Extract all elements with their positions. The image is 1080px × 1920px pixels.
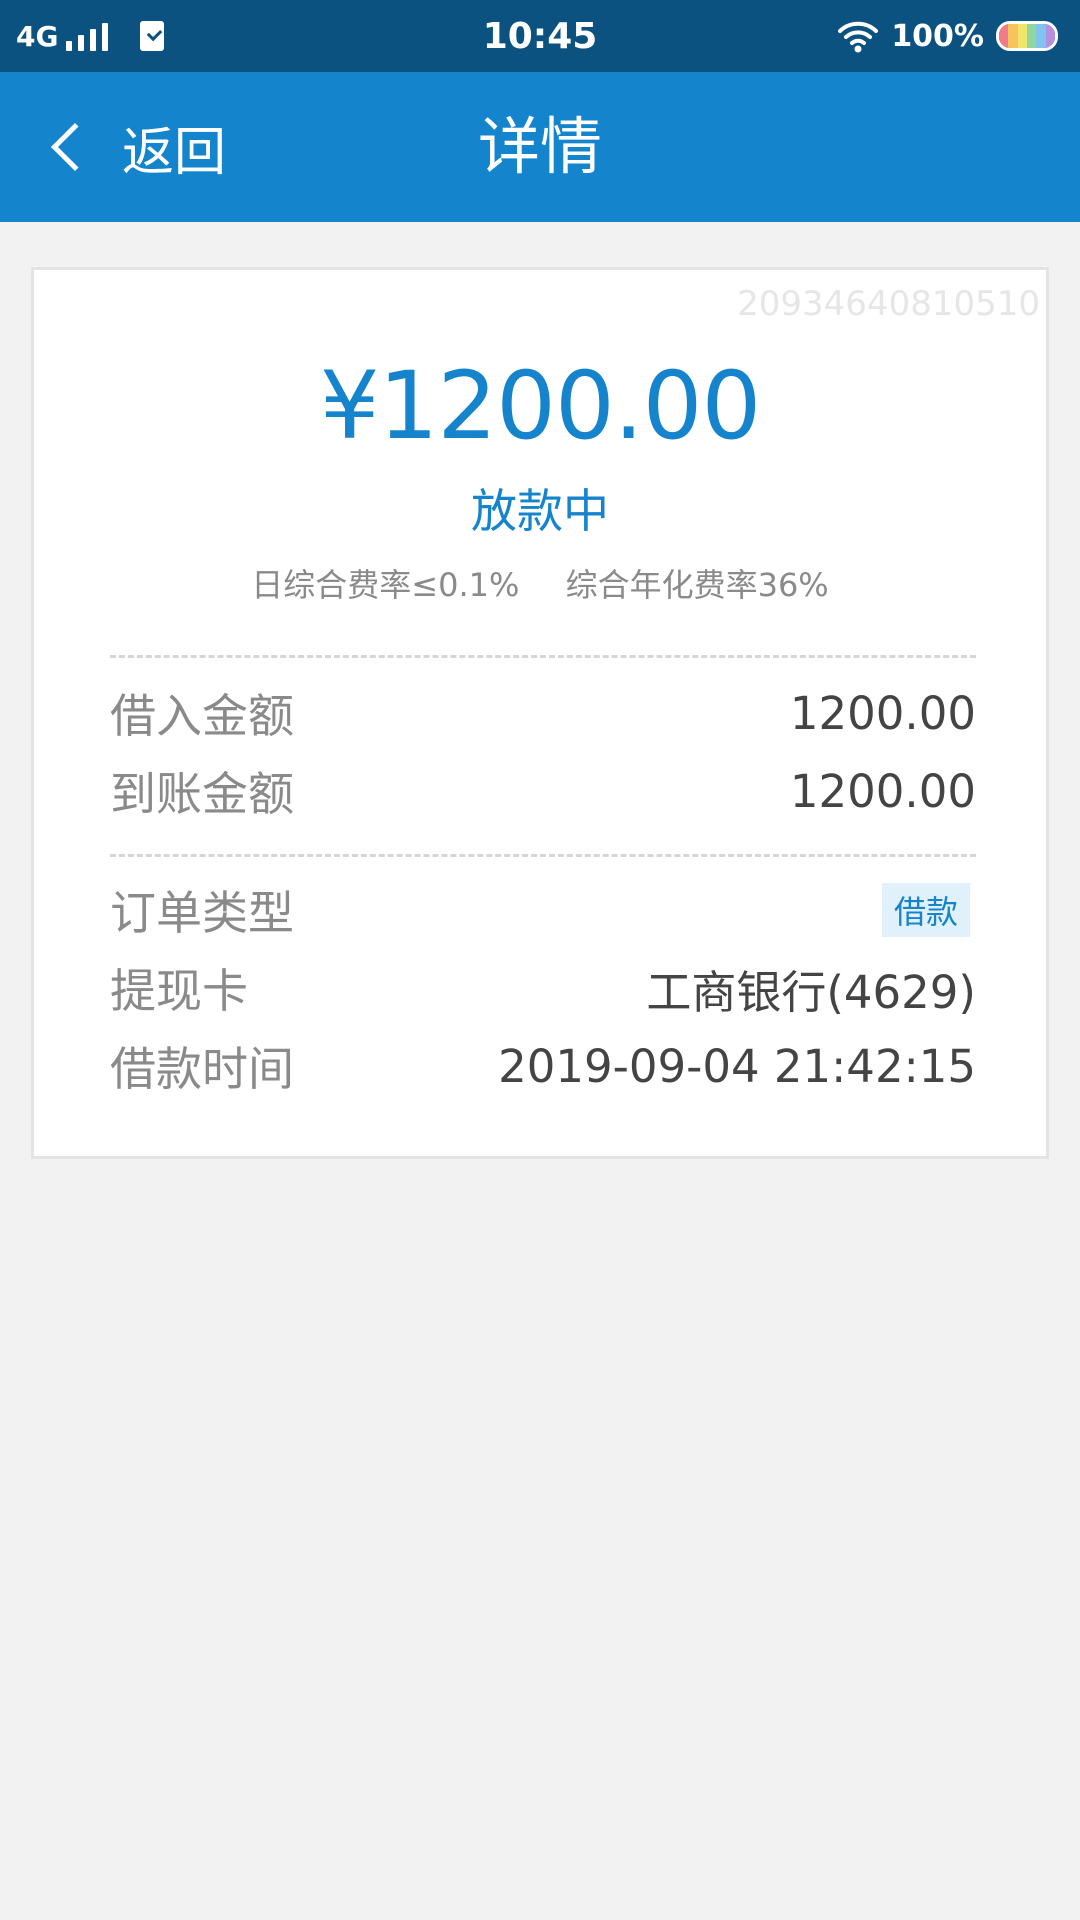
order-type-badge: 借款 [881,883,970,937]
row-label: 借入金额 [110,689,294,743]
page-title: 详情 [477,110,602,183]
detail-card: 20934640810510 ¥1200.00 放款中 日综合费率≤0.1% 综… [31,267,1049,1159]
row-value: 工商银行(4629) [646,965,976,1019]
divider [110,655,976,658]
annual-rate: 综合年化费率36% [565,566,829,604]
row-value: 1200.00 [789,764,976,818]
battery-icon [996,21,1058,51]
divider [110,854,976,857]
status-right: 100% [837,0,1058,72]
app-header: 返回 详情 [0,72,1080,222]
row-order-type: 订单类型 借款 [110,880,976,940]
row-value: 1200.00 [789,686,976,740]
row-label: 借款时间 [110,1042,294,1096]
row-received-amount: 到账金额 1200.00 [110,761,976,822]
daily-rate: 日综合费率≤0.1% [251,566,520,604]
row-label: 订单类型 [110,886,294,940]
battery-percent: 100% [891,18,984,54]
row-loan-time: 借款时间 2019-09-04 21:42:15 [110,1036,976,1097]
wifi-icon [838,21,879,53]
loan-status: 放款中 [471,484,609,538]
row-label: 提现卡 [110,964,248,1018]
row-borrowed-amount: 借入金额 1200.00 [110,683,976,744]
row-value: 2019-09-04 21:42:15 [498,1039,976,1093]
row-withdraw-card: 提现卡 工商银行(4629) [110,958,976,1019]
order-number: 20934640810510 [737,284,1040,324]
row-label: 到账金额 [110,767,294,821]
rate-info: 日综合费率≤0.1% 综合年化费率36% [34,560,1046,606]
loan-amount: ¥1200.00 [319,352,762,461]
status-bar: 4G 10:45 100% [0,0,1080,72]
